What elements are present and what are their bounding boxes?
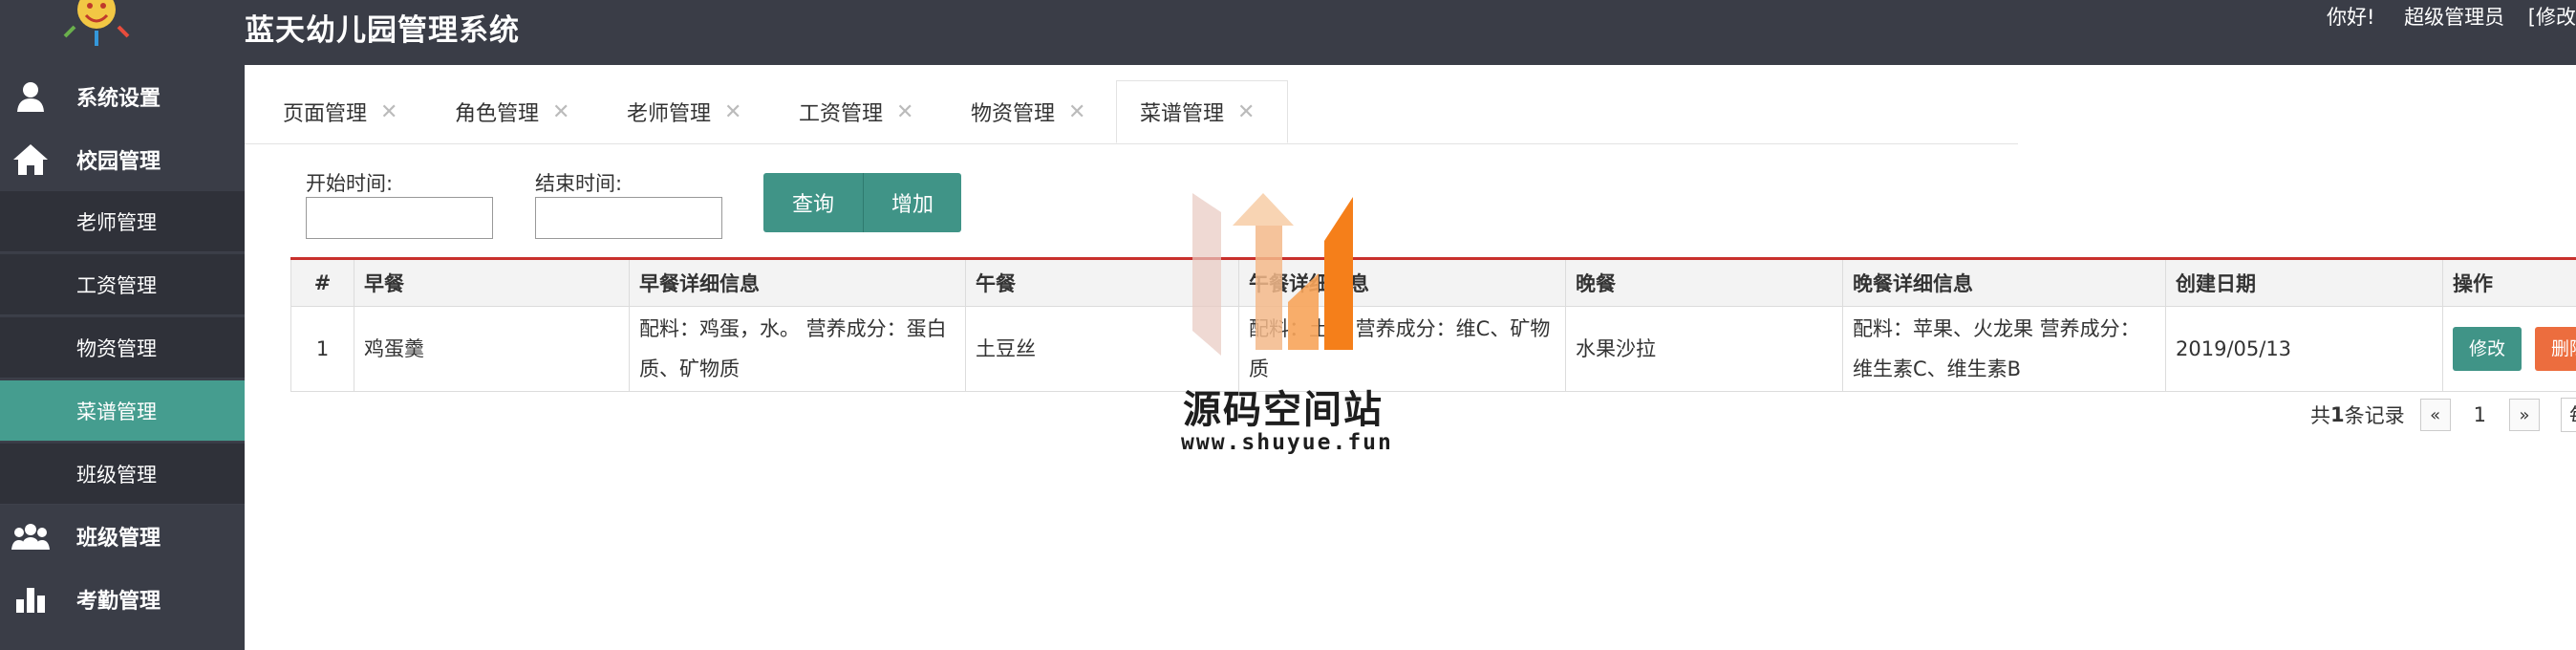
sidebar-item-campus[interactable]: 校园管理 <box>0 128 245 191</box>
table-row: 1 鸡蛋羹 配料：鸡蛋，水。 营养成分：蛋白质、矿物质 土豆丝 配料：土豆 营养… <box>290 306 2576 392</box>
tab-page-management[interactable]: 页面管理 ✕ <box>245 80 417 143</box>
group-icon <box>11 517 50 555</box>
column-header: 晚餐详细信息 <box>1842 258 2166 307</box>
pagination: 共 1 条记录 « 1 » 每页 <box>2310 398 2576 432</box>
sidebar-sub-class[interactable]: 班级管理 <box>0 444 245 505</box>
row-number: 1 <box>290 306 354 392</box>
next-page-button[interactable]: » <box>2509 399 2540 431</box>
column-header: 晚餐 <box>1565 258 1843 307</box>
user-area: 你好! 超级管理员 [修改 <box>2304 2 2576 31</box>
total-suffix: 条记录 <box>2344 404 2405 427</box>
column-header: # <box>290 258 354 307</box>
per-page-select[interactable]: 每页 <box>2561 398 2576 432</box>
action-button-group: 查询 增加 <box>763 173 961 232</box>
query-button[interactable]: 查询 <box>763 173 864 232</box>
close-icon[interactable]: ✕ <box>380 100 397 124</box>
watermark-title: 源码空间站 <box>1183 388 1384 432</box>
prev-page-button[interactable]: « <box>2419 399 2451 431</box>
table-header-row: # 早餐 早餐详细信息 午餐 午餐详细信息 晚餐 晚餐详细信息 创建日期 操作 <box>290 258 2576 307</box>
sidebar-sub-salary[interactable]: 工资管理 <box>0 254 245 315</box>
tab-label: 老师管理 <box>627 102 712 126</box>
edit-profile-link[interactable]: [修改 <box>2528 6 2576 29</box>
column-header: 早餐详细信息 <box>629 258 966 307</box>
close-icon[interactable]: ✕ <box>724 100 741 124</box>
sidebar-item-label: 班级管理 <box>76 527 161 551</box>
tab-teacher-management[interactable]: 老师管理 ✕ <box>589 80 761 143</box>
tab-role-management[interactable]: 角色管理 ✕ <box>417 80 589 143</box>
tab-label: 角色管理 <box>455 102 540 126</box>
greeting-text: 你好! <box>2327 6 2375 29</box>
tab-label: 菜谱管理 <box>1140 102 1225 126</box>
sidebar-item-system-settings[interactable]: 系统设置 <box>0 65 245 128</box>
watermark-logo <box>1192 193 1353 356</box>
kindergarten-logo <box>63 0 130 46</box>
app-title: 蓝天幼儿园管理系统 <box>245 13 520 48</box>
start-time-label: 开始时间: <box>306 172 394 195</box>
sidebar-item-label: 考勤管理 <box>76 590 161 614</box>
user-role[interactable]: 超级管理员 <box>2404 6 2504 29</box>
delete-button[interactable]: 删除 <box>2535 327 2576 371</box>
end-time-input[interactable] <box>535 197 722 239</box>
breakfast-cell: 鸡蛋羹 <box>354 306 630 392</box>
sidebar-sub-materials[interactable]: 物资管理 <box>0 317 245 379</box>
sidebar: 系统设置 校园管理 老师管理 工资管理 物资管理 菜谱管理 班级管理 班级管理 … <box>0 65 245 650</box>
dinner-detail-cell: 配料：苹果、火龙果 营养成分：维生素C、维生素B <box>1842 306 2166 392</box>
tab-bar: 页面管理 ✕ 角色管理 ✕ 老师管理 ✕ 工资管理 ✕ 物资管理 ✕ 菜谱管理 ✕ <box>245 65 2018 144</box>
column-header: 早餐 <box>354 258 630 307</box>
column-header: 操作 <box>2442 258 2576 307</box>
dinner-cell: 水果沙拉 <box>1565 306 1843 392</box>
bar-chart-icon <box>11 580 50 618</box>
breakfast-detail-cell: 配料：鸡蛋，水。 营养成分：蛋白质、矿物质 <box>629 306 966 392</box>
tab-label: 页面管理 <box>283 102 368 126</box>
page-number[interactable]: 1 <box>2474 403 2486 426</box>
sidebar-item-label: 系统设置 <box>76 87 161 111</box>
tab-label: 物资管理 <box>971 102 1056 126</box>
end-time-label: 结束时间: <box>535 172 623 195</box>
created-date-cell: 2019/05/13 <box>2165 306 2443 392</box>
top-bar: 蓝天幼儿园管理系统 你好! 超级管理员 [修改 <box>0 0 2576 65</box>
sidebar-sub-teacher[interactable]: 老师管理 <box>0 191 245 252</box>
sidebar-sub-menu[interactable]: 菜谱管理 <box>0 380 245 442</box>
menu-table: # 早餐 早餐详细信息 午餐 午餐详细信息 晚餐 晚餐详细信息 创建日期 操作 … <box>290 257 2576 392</box>
watermark-url: www.shuyue.fun <box>1181 430 1393 455</box>
sidebar-item-attendance[interactable]: 考勤管理 <box>0 568 245 631</box>
total-count: 1 <box>2330 403 2345 426</box>
sidebar-item-class[interactable]: 班级管理 <box>0 505 245 568</box>
tab-menu-management[interactable]: 菜谱管理 ✕ <box>1116 80 1288 143</box>
close-icon[interactable]: ✕ <box>1237 100 1255 124</box>
column-header: 创建日期 <box>2165 258 2443 307</box>
tab-label: 工资管理 <box>799 102 884 126</box>
close-icon[interactable]: ✕ <box>1068 100 1085 124</box>
operations-cell: 修改删除 <box>2442 306 2576 392</box>
edit-button[interactable]: 修改 <box>2453 327 2522 371</box>
tab-salary-management[interactable]: 工资管理 ✕ <box>761 80 933 143</box>
total-prefix: 共 <box>2310 404 2330 427</box>
tab-materials-management[interactable]: 物资管理 ✕ <box>933 80 1105 143</box>
close-icon[interactable]: ✕ <box>896 100 913 124</box>
start-time-input[interactable] <box>306 197 493 239</box>
home-icon <box>11 141 50 179</box>
close-icon[interactable]: ✕ <box>552 100 569 124</box>
sidebar-item-label: 校园管理 <box>76 150 161 174</box>
add-button[interactable]: 增加 <box>864 173 961 232</box>
user-icon <box>11 77 50 116</box>
